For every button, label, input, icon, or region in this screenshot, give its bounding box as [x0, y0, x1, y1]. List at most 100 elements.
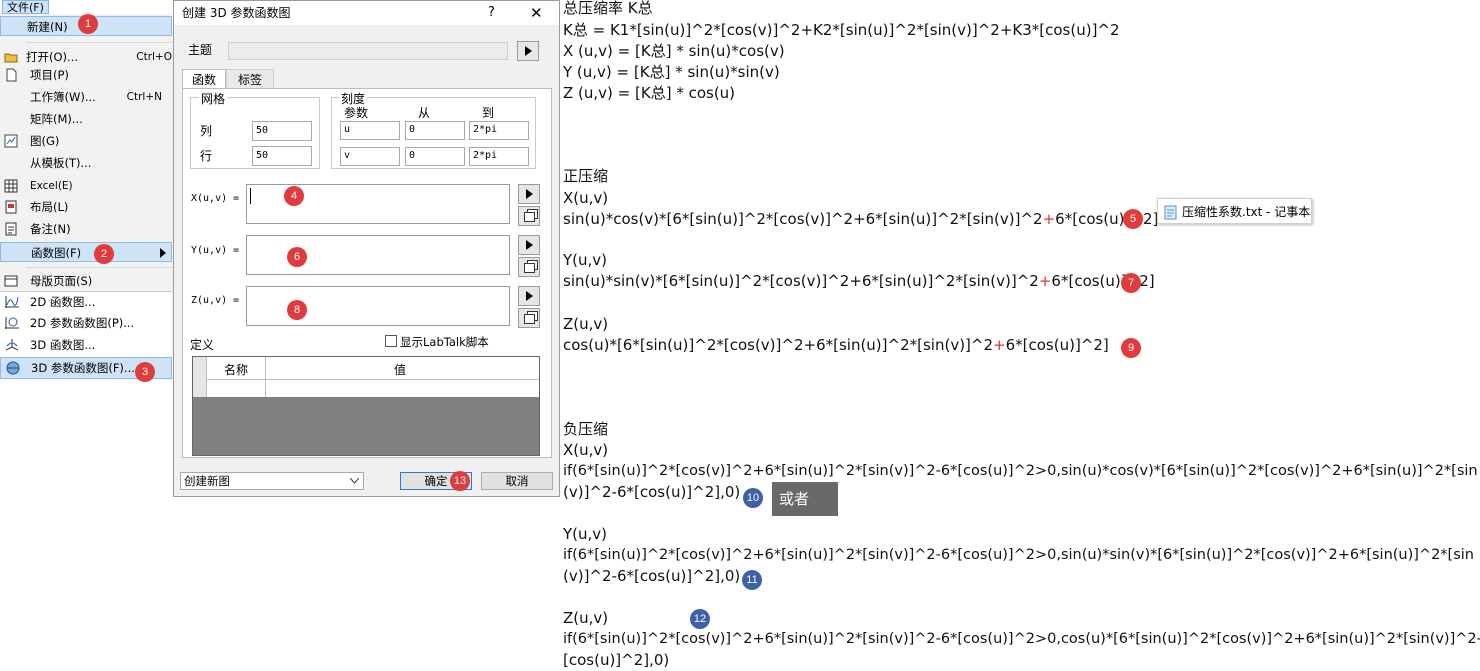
z-arrow-button[interactable]	[518, 286, 540, 306]
dialog-title-bar: 创建 3D 参数函数图 ? ✕	[174, 1, 559, 25]
submenu-item-3d-function[interactable]: 3D 函数图...	[0, 335, 172, 357]
copy-icon-front	[524, 263, 535, 273]
text-cursor	[250, 188, 251, 204]
to-u-input[interactable]: 2*pi	[469, 121, 529, 140]
step-badge: 2	[94, 244, 114, 264]
y-function-input[interactable]	[246, 235, 510, 275]
step-badge: 5	[1123, 209, 1143, 229]
notes-icon	[4, 222, 18, 236]
menu-item-from-template[interactable]: 从模板(T)...	[0, 153, 172, 173]
tooltip-text: 压缩性系数.txt - 记事本	[1182, 205, 1311, 219]
3d-parametric-icon	[5, 361, 20, 375]
submenu-item-3d-parametric-label: 3D 参数函数图(F)...	[31, 361, 135, 375]
positive-x-formula: sin(u)*cos(v)*[6*[sin(u)]^2*[cos(v)]^2+6…	[563, 209, 1158, 230]
tab-function[interactable]: 函数	[182, 69, 226, 89]
from-v-input[interactable]: 0	[405, 147, 465, 166]
menu-item-workbook-label: 工作簿(W)...	[30, 90, 96, 104]
cols-input[interactable]: 50	[252, 121, 312, 141]
menu-item-workbook[interactable]: 工作簿(W)... Ctrl+N	[0, 87, 172, 107]
3d-function-icon	[4, 338, 19, 352]
definition-table-header	[207, 357, 539, 380]
show-labtalk-label: 显示LabTalk脚本	[400, 335, 489, 349]
note-line: Z (u,v) = [K总] * cos(u)	[563, 84, 736, 102]
tab-label[interactable]: 标签	[226, 69, 274, 89]
menu-item-from-template-label: 从模板(T)...	[30, 156, 92, 170]
step-badge: 1	[78, 14, 98, 34]
menu-bar: 文件(F)	[0, 0, 172, 14]
menu-item-project[interactable]: 项目(P)	[0, 65, 172, 85]
create-option-select[interactable]: 创建新图	[180, 472, 364, 490]
note-line: X(u,v)	[563, 189, 609, 207]
step-badge: 12	[690, 609, 710, 629]
copy-icon-front	[524, 212, 535, 222]
theme-field[interactable]	[228, 42, 508, 60]
y-arrow-button[interactable]	[518, 235, 540, 255]
chevron-down-icon	[350, 478, 359, 484]
y-copy-button[interactable]	[518, 257, 540, 277]
param-u-input[interactable]: u	[340, 121, 400, 140]
document-icon	[4, 68, 18, 82]
menu-item-matrix-label: 矩阵(M)...	[30, 112, 83, 126]
submenu-item-2d-parametric-label: 2D 参数函数图(P)...	[30, 316, 135, 330]
step-badge: 6	[287, 247, 307, 267]
menu-item-master-page[interactable]: 母版页面(S)	[0, 271, 172, 291]
graph-icon	[4, 134, 18, 148]
theme-label: 主题	[188, 43, 213, 57]
copy-icon-front	[524, 314, 535, 324]
menu-item-project-label: 项目(P)	[30, 68, 69, 82]
cols-label: 列	[200, 124, 213, 138]
z-function-label: Z(u,v) =	[191, 295, 240, 306]
step-badge: 9	[1121, 338, 1141, 358]
z-function-input[interactable]	[246, 286, 510, 326]
notepad-taskbar-tooltip[interactable]: 压缩性系数.txt - 记事本	[1157, 198, 1312, 224]
menu-item-function-graph[interactable]: 函数图(F)	[0, 242, 172, 262]
dialog-title: 创建 3D 参数函数图	[182, 6, 291, 20]
x-arrow-button[interactable]	[518, 184, 540, 204]
menu-item-master-page-label: 母版页面(S)	[30, 274, 93, 288]
menu-item-graph[interactable]: 图(G)	[0, 131, 172, 151]
note-line: Z(u,v)	[563, 609, 609, 627]
menu-item-notes[interactable]: 备注(N)	[0, 219, 172, 239]
create-option-value: 创建新图	[184, 474, 230, 488]
positive-z-formula: cos(u)*[6*[sin(u)]^2*[cos(v)]^2+6*[sin(u…	[563, 335, 1109, 356]
submenu-item-2d-parametric[interactable]: 2D 参数函数图(P)...	[0, 313, 172, 335]
theme-arrow-button[interactable]	[517, 41, 539, 61]
help-button[interactable]: ?	[488, 1, 495, 25]
z-copy-button[interactable]	[518, 308, 540, 328]
play-arrow-icon	[526, 189, 533, 199]
negative-y-formula-line1: if(6*[sin(u)]^2*[cos(v)]^2+6*[sin(u)]^2*…	[563, 547, 1474, 563]
close-button[interactable]: ✕	[530, 1, 543, 25]
menu-item-open-shortcut: Ctrl+O	[136, 51, 172, 63]
layout-icon	[4, 200, 18, 214]
menu-item-notes-label: 备注(N)	[30, 222, 71, 236]
menu-item-open-label: 打开(O)...	[26, 50, 78, 64]
to-v-input[interactable]: 2*pi	[469, 147, 529, 166]
menu-item-new-label: 新建(N)	[27, 20, 68, 34]
play-arrow-icon	[525, 46, 532, 56]
positive-y-formula: sin(u)*sin(v)*[6*[sin(u)]^2*[cos(v)]^2+6…	[563, 271, 1155, 292]
play-arrow-icon	[526, 291, 533, 301]
x-copy-button[interactable]	[518, 206, 540, 226]
note-line: Y(u,v)	[563, 251, 608, 269]
menu-item-excel[interactable]: Excel(E)	[0, 176, 172, 196]
column-header-value: 值	[394, 363, 407, 377]
section-title-negative: 负压缩	[563, 420, 609, 438]
file-menu[interactable]: 文件(F)	[2, 0, 49, 14]
grid-group-label: 网格	[199, 90, 228, 107]
from-u-input[interactable]: 0	[405, 121, 465, 140]
submenu-item-2d-function[interactable]: 2D 函数图...	[0, 291, 172, 313]
note-line: 总压缩率 K总	[563, 0, 653, 17]
param-v-input[interactable]: v	[340, 147, 400, 166]
menu-item-matrix[interactable]: 矩阵(M)...	[0, 109, 172, 129]
show-labtalk-checkbox[interactable]	[385, 335, 397, 347]
negative-x-formula-line1: if(6*[sin(u)]^2*[cos(v)]^2+6*[sin(u)]^2*…	[563, 463, 1478, 479]
menu-item-open[interactable]: 打开(O)... Ctrl+O	[0, 47, 172, 67]
to-header: 到	[482, 106, 495, 120]
step-badge: 13	[450, 471, 470, 491]
step-badge: 3	[135, 362, 155, 382]
2d-parametric-icon	[4, 316, 19, 330]
menu-item-layout-label: 布局(L)	[30, 200, 69, 214]
cancel-button[interactable]: 取消	[481, 472, 553, 490]
menu-item-layout[interactable]: 布局(L)	[0, 197, 172, 217]
rows-input[interactable]: 50	[252, 146, 312, 166]
